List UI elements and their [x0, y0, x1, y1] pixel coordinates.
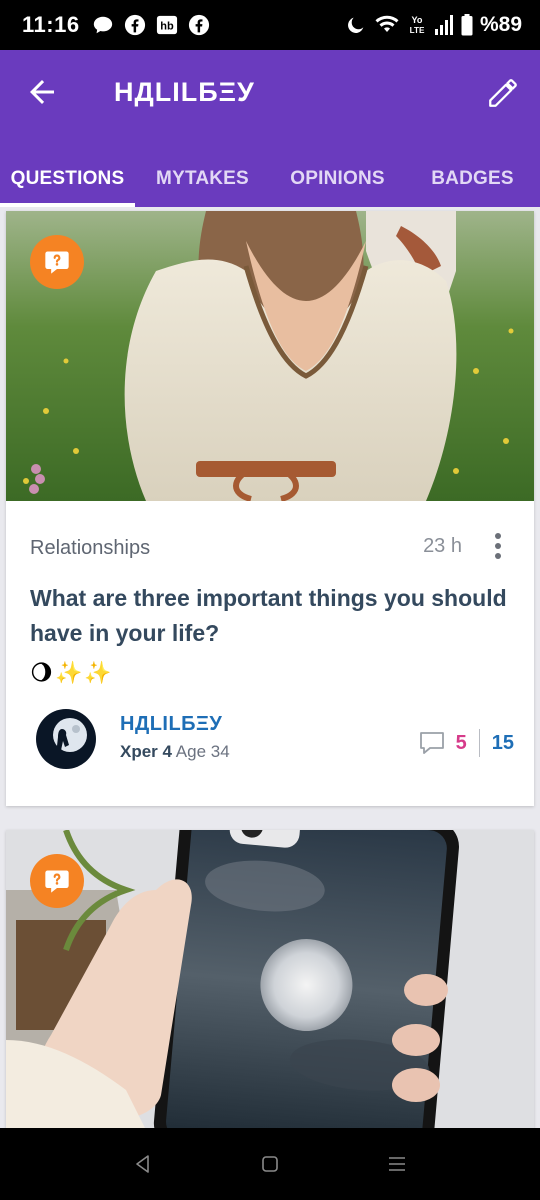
volte-icon: YoLTE: [410, 15, 425, 35]
facebook-icon: [188, 14, 210, 36]
nav-recents-icon[interactable]: [385, 1152, 409, 1176]
author-age: Age 34: [175, 742, 230, 761]
post-time: 23 h: [423, 535, 462, 557]
battery-percentage: %89: [479, 13, 522, 36]
question-badge: [30, 235, 84, 289]
author-details: Xper 4 Age 34: [120, 742, 230, 762]
notification-icons: hb: [92, 14, 210, 36]
tab-badges[interactable]: BADGES: [405, 150, 540, 207]
question-title[interactable]: What are three important things you shou…: [30, 581, 510, 651]
stats-divider: [478, 729, 480, 757]
question-bubble-icon: [45, 251, 69, 274]
sparkles-emoji: ✨: [84, 661, 112, 686]
question-badge: [30, 854, 84, 908]
question-card[interactable]: Relationships 23 h What are three import…: [6, 211, 534, 806]
nav-back-icon[interactable]: [131, 1152, 155, 1176]
svg-text:LTE: LTE: [410, 26, 425, 35]
post-category[interactable]: Relationships: [30, 537, 150, 560]
svg-text:hb: hb: [160, 21, 174, 33]
question-bubble-icon: [45, 870, 69, 893]
wifi-icon: [375, 15, 399, 32]
system-nav-bar: [0, 1128, 540, 1200]
avatar[interactable]: [36, 709, 96, 769]
system-icons: Yo LTE %89: [345, 13, 522, 37]
post-image-illustration: [6, 830, 534, 1130]
tab-opinions[interactable]: OPINIONS: [270, 150, 405, 207]
question-emojis: 🌖 ✨ ✨: [30, 661, 112, 691]
edit-pencil-icon[interactable]: [486, 76, 520, 110]
signal-icon: [434, 15, 453, 35]
more-options-icon[interactable]: [488, 531, 508, 561]
author-name[interactable]: НДLILБΞУ: [120, 713, 222, 736]
xper-level: Xper 4: [120, 742, 172, 761]
post-stats[interactable]: 5 15: [418, 729, 514, 757]
nav-home-icon[interactable]: [258, 1152, 282, 1176]
battery-icon: [461, 14, 473, 36]
status-time: 11:16: [22, 12, 80, 37]
sparkles-emoji: ✨: [54, 661, 83, 686]
comment-icon: [419, 732, 444, 754]
facebook-icon: [124, 14, 146, 36]
post-image[interactable]: [6, 830, 534, 1130]
moon-icon: [348, 17, 364, 33]
post-image[interactable]: [6, 211, 534, 501]
opinions-count: 5: [455, 731, 467, 754]
tab-questions[interactable]: QUESTIONS: [0, 150, 135, 207]
app-bar: НДLILБΞУ QUESTIONS MYTAKES OPINIONS BADG…: [0, 50, 540, 207]
profile-tabs: QUESTIONS MYTAKES OPINIONS BADGES: [0, 150, 540, 207]
question-card[interactable]: [6, 830, 534, 1130]
profile-title: НДLILБΞУ: [114, 77, 255, 107]
moon-emoji: 🌖: [30, 661, 53, 686]
views-count: 15: [491, 731, 514, 754]
back-arrow-icon[interactable]: [24, 74, 60, 110]
tab-mytakes[interactable]: MYTAKES: [135, 150, 270, 207]
post-image-illustration: [6, 211, 534, 501]
svg-text:Yo: Yo: [412, 15, 423, 25]
chat-icon: [92, 14, 114, 36]
status-bar: 11:16 hb Yo LTE %89: [0, 0, 540, 50]
hb-icon: hb: [156, 14, 178, 36]
